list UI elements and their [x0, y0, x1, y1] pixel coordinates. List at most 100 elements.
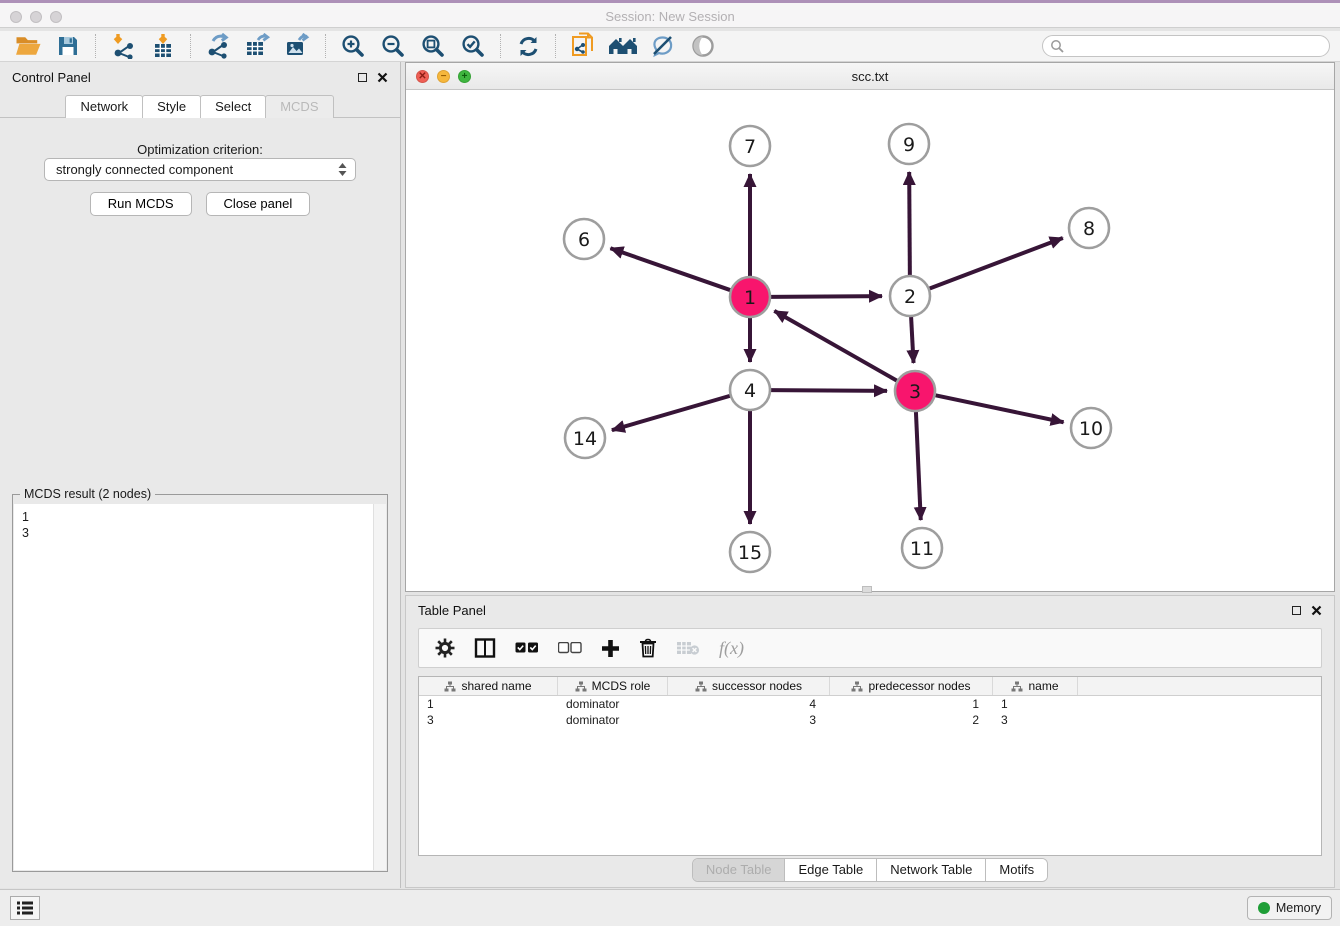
gear-icon [435, 638, 455, 658]
node-1[interactable]: 1 [730, 277, 770, 317]
control-panel-title: Control Panel [12, 70, 91, 85]
tab-select[interactable]: Select [200, 95, 266, 118]
node-3[interactable]: 3 [895, 371, 935, 411]
network-window-titlebar[interactable]: ✕ − + scc.txt [406, 63, 1334, 90]
tab-network[interactable]: Network [65, 95, 143, 118]
network-view-window: ✕ − + scc.txt 7 9 6 8 1 2 4 3 14 10 15 11 [405, 62, 1335, 592]
zoom-fit-button[interactable] [413, 32, 453, 60]
search-field[interactable] [1042, 35, 1330, 57]
detail-eye-icon [690, 33, 716, 59]
tab-edge-table[interactable]: Edge Table [785, 859, 877, 881]
close-panel-icon[interactable] [377, 72, 388, 83]
node-14[interactable]: 14 [565, 418, 605, 458]
mcds-result-box: MCDS result (2 nodes) 1 3 [12, 494, 388, 872]
column-type-icon [444, 681, 456, 692]
node-table: shared nameMCDS rolesuccessor nodesprede… [418, 676, 1322, 856]
search-input[interactable] [1068, 39, 1329, 53]
close-table-panel-icon[interactable] [1311, 605, 1322, 616]
tab-node-table[interactable]: Node Table [693, 859, 786, 881]
trash-icon [639, 638, 657, 658]
node-7[interactable]: 7 [730, 126, 770, 166]
search-icon [1050, 39, 1064, 53]
split-divider-handle[interactable] [862, 586, 872, 593]
zoom-selected-button[interactable] [453, 32, 493, 60]
home-icon [607, 34, 639, 58]
export-image-button[interactable] [278, 32, 318, 60]
edge-2-3[interactable] [911, 317, 913, 363]
delete-table-button[interactable] [676, 640, 700, 656]
open-session-button[interactable] [8, 32, 48, 60]
run-mcds-button[interactable]: Run MCDS [90, 192, 192, 216]
node-8[interactable]: 8 [1069, 208, 1109, 248]
tab-style[interactable]: Style [142, 95, 201, 118]
node-15[interactable]: 15 [730, 532, 770, 572]
refresh-network-button[interactable] [508, 32, 548, 60]
task-history-button[interactable] [10, 896, 40, 920]
add-row-button[interactable] [601, 639, 620, 658]
network-window-title: scc.txt [406, 69, 1334, 84]
clone-network-button[interactable] [563, 32, 603, 60]
deselect-all-button[interactable] [558, 642, 582, 654]
column-header-name[interactable]: name [993, 677, 1078, 695]
mcds-result-area[interactable]: 1 3 [14, 504, 386, 870]
float-table-panel-icon[interactable] [1292, 606, 1301, 615]
tab-motifs[interactable]: Motifs [986, 859, 1047, 881]
tab-network-table[interactable]: Network Table [877, 859, 986, 881]
edge-2-9[interactable] [909, 172, 910, 275]
column-header-predecessor-nodes[interactable]: predecessor nodes [830, 677, 993, 695]
edge-1-6[interactable] [610, 248, 730, 290]
export-network-button[interactable] [198, 32, 238, 60]
table-cell: 1 [993, 696, 1078, 712]
toolbar-separator [500, 34, 501, 58]
table-row[interactable]: 3dominator323 [419, 712, 1321, 728]
node-10[interactable]: 10 [1071, 408, 1111, 448]
criterion-select[interactable]: strongly connected component [44, 158, 356, 181]
control-panel: Control Panel NetworkStyleSelectMCDS Opt… [0, 62, 401, 888]
result-scrollbar[interactable] [373, 504, 386, 870]
column-header-successor-nodes[interactable]: successor nodes [668, 677, 830, 695]
node-6[interactable]: 6 [564, 219, 604, 259]
node-2[interactable]: 2 [890, 276, 930, 316]
function-builder-button[interactable]: f(x) [719, 638, 744, 659]
node-label: 3 [909, 381, 921, 403]
edge-3-10[interactable] [936, 395, 1064, 422]
edge-3-1[interactable] [774, 311, 896, 381]
save-session-button[interactable] [48, 32, 88, 60]
node-4[interactable]: 4 [730, 370, 770, 410]
node-label: 7 [744, 136, 756, 158]
export-table-button[interactable] [238, 32, 278, 60]
table-panel: Table Panel [405, 595, 1335, 888]
optimization-criterion-label: Optimization criterion: [0, 142, 400, 157]
edge-1-2[interactable] [771, 296, 882, 297]
edge-2-8[interactable] [930, 238, 1063, 289]
table-cell: 3 [668, 712, 830, 728]
cyndex-home-button[interactable] [603, 32, 643, 60]
hide-annotations-button[interactable] [643, 32, 683, 60]
close-panel-button[interactable]: Close panel [206, 192, 311, 216]
tab-mcds[interactable]: MCDS [265, 95, 333, 118]
table-row[interactable]: 1dominator411 [419, 696, 1321, 712]
column-header-shared-name[interactable]: shared name [419, 677, 558, 695]
zoom-in-button[interactable] [333, 32, 373, 60]
level-of-detail-button[interactable] [683, 32, 723, 60]
table-body: 1dominator4113dominator323 [419, 696, 1321, 728]
zoom-out-button[interactable] [373, 32, 413, 60]
node-label: 14 [573, 428, 597, 450]
node-label: 15 [738, 542, 762, 564]
table-cell: 1 [419, 696, 558, 712]
show-columns-button[interactable] [474, 638, 496, 658]
edge-3-11[interactable] [916, 412, 921, 520]
edge-4-14[interactable] [612, 396, 730, 430]
node-9[interactable]: 9 [889, 124, 929, 164]
select-all-button[interactable] [515, 642, 539, 654]
edge-4-3[interactable] [771, 390, 887, 391]
float-panel-icon[interactable] [358, 73, 367, 82]
delete-row-button[interactable] [639, 638, 657, 658]
memory-button[interactable]: Memory [1247, 896, 1332, 920]
column-header-MCDS-role[interactable]: MCDS role [558, 677, 668, 695]
import-network-button[interactable] [103, 32, 143, 60]
network-canvas[interactable]: 7 9 6 8 1 2 4 3 14 10 15 11 [406, 90, 1334, 591]
import-table-button[interactable] [143, 32, 183, 60]
column-settings-button[interactable] [435, 638, 455, 658]
node-11[interactable]: 11 [902, 528, 942, 568]
